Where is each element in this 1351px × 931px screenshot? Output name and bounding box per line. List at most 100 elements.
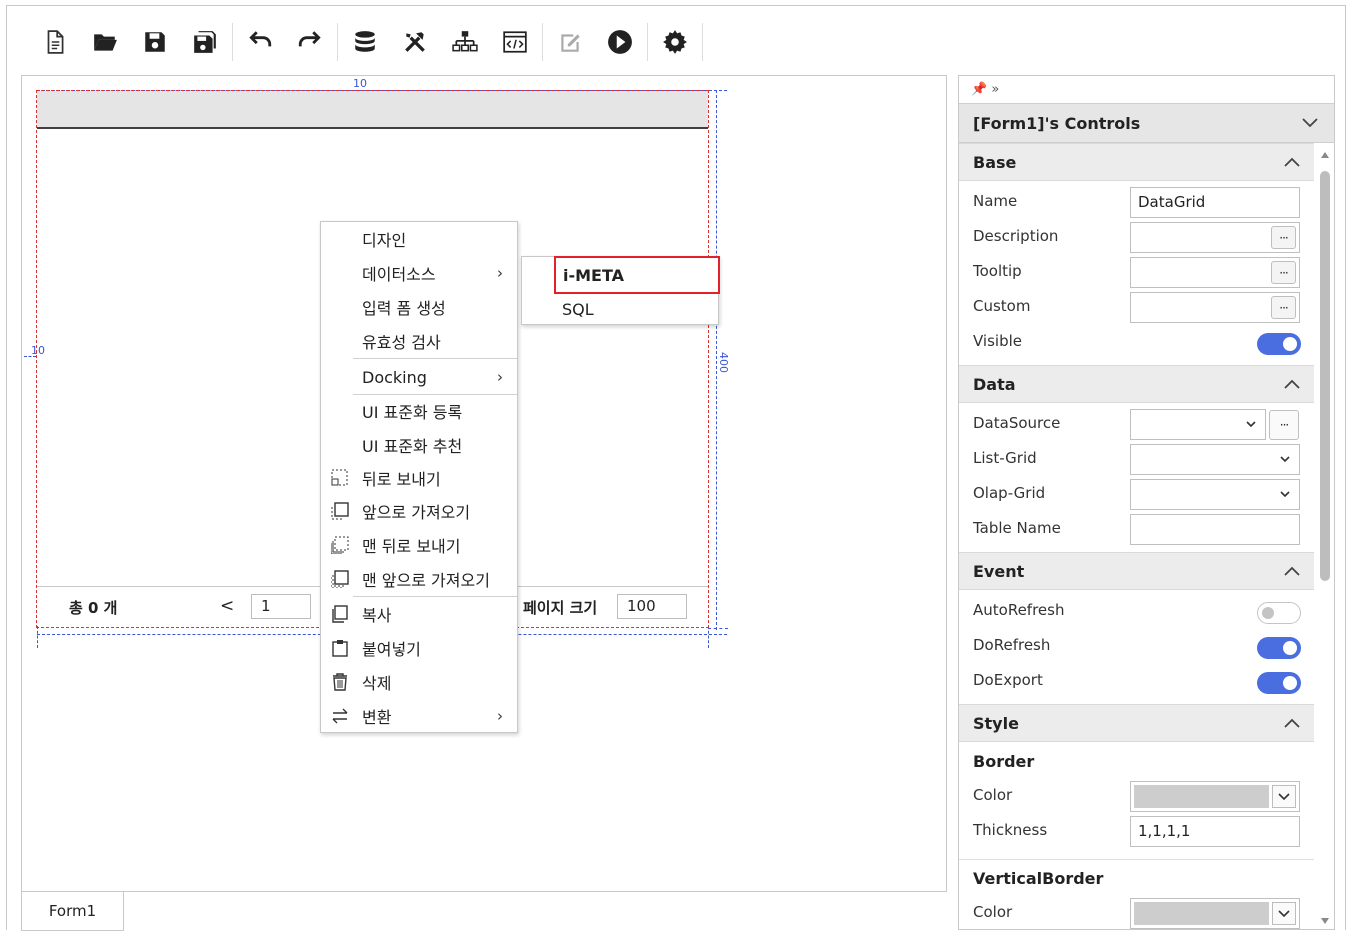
scroll-up-icon — [1321, 152, 1329, 158]
menu-item-label: 복사 — [362, 606, 392, 625]
tab-form1[interactable]: Form1 — [21, 892, 124, 931]
menu-item-label: 유효성 검사 — [362, 333, 441, 352]
section-event[interactable]: Event — [959, 552, 1314, 590]
more-button[interactable]: ··· — [1271, 296, 1296, 319]
menu-item-bring-forward[interactable]: 앞으로 가져오기 — [321, 494, 517, 528]
list-grid-select[interactable] — [1130, 444, 1300, 475]
guide-line-left-bottom — [708, 626, 709, 648]
chevron-down-icon[interactable] — [1272, 902, 1296, 925]
scroll-down-icon — [1321, 918, 1329, 924]
bring-to-front-icon — [330, 569, 350, 589]
menu-item-ui-standard-register[interactable]: UI 표준화 등록 — [321, 394, 517, 428]
page-number-input[interactable]: 1 — [251, 594, 311, 619]
border-color-picker[interactable] — [1130, 781, 1300, 812]
menu-item-label: 디자인 — [362, 231, 407, 250]
guide-line-left — [37, 626, 38, 648]
visible-toggle[interactable] — [1257, 333, 1301, 355]
send-to-back-icon — [330, 535, 350, 555]
menu-item-copy[interactable]: 복사 — [321, 597, 517, 631]
section-data[interactable]: Data — [959, 365, 1314, 403]
context-menu: 디자인 데이터소스 › 입력 폼 생성 유효성 검사 Docking › UI … — [320, 221, 518, 733]
menu-item-send-to-back[interactable]: 맨 뒤로 보내기 — [321, 528, 517, 562]
page-size-input[interactable]: 100 — [617, 594, 687, 619]
menu-item-design[interactable]: 디자인 — [321, 222, 517, 256]
menu-item-convert[interactable]: 변환 › — [321, 699, 517, 733]
new-file-icon[interactable] — [38, 25, 72, 59]
olap-grid-select[interactable] — [1130, 479, 1300, 510]
name-field[interactable]: DataGrid — [1130, 187, 1300, 218]
datagrid-header — [37, 91, 708, 129]
more-button[interactable]: ··· — [1271, 226, 1296, 249]
prop-list-grid: List-Grid — [959, 441, 1314, 476]
submenu-item-sql[interactable]: SQL — [522, 292, 718, 326]
vertical-border-color-picker[interactable] — [1130, 898, 1300, 929]
tools-icon[interactable] — [398, 25, 432, 59]
panel-scrollbar[interactable] — [1316, 147, 1334, 929]
chevron-up-icon[interactable] — [1282, 713, 1302, 733]
prop-label: Color — [973, 786, 1013, 804]
send-backward-icon — [330, 468, 350, 488]
scrollbar-thumb[interactable] — [1320, 171, 1330, 581]
menu-item-validation[interactable]: 유효성 검사 — [321, 324, 517, 358]
page-size-label: 페이지 크기 — [523, 599, 598, 617]
toolbar — [30, 22, 705, 62]
menu-item-create-input-form[interactable]: 입력 폼 생성 — [321, 290, 517, 324]
menu-item-delete[interactable]: 삭제 — [321, 665, 517, 699]
chevron-up-icon[interactable] — [1282, 152, 1302, 172]
prop-dorefresh: DoRefresh — [959, 628, 1314, 663]
save-icon[interactable] — [138, 25, 172, 59]
doexport-toggle[interactable] — [1257, 672, 1301, 694]
chevron-down-icon[interactable] — [1300, 113, 1320, 133]
menu-item-docking[interactable]: Docking › — [321, 360, 517, 394]
menu-item-label: Docking — [362, 367, 427, 387]
menu-item-label: 맨 뒤로 보내기 — [362, 537, 461, 556]
chevron-down-icon[interactable] — [1272, 785, 1296, 808]
database-icon[interactable] — [348, 25, 382, 59]
autorefresh-toggle[interactable] — [1257, 602, 1301, 624]
menu-item-send-backward[interactable]: 뒤로 보내기 — [321, 461, 517, 495]
swap-icon — [330, 706, 350, 726]
redo-icon[interactable] — [293, 25, 327, 59]
settings-icon[interactable] — [658, 25, 692, 59]
color-swatch — [1134, 785, 1269, 808]
datasource-select[interactable] — [1130, 409, 1266, 440]
ruler-top-label: 10 — [353, 77, 367, 90]
open-folder-icon[interactable] — [88, 25, 122, 59]
prop-label: Color — [973, 903, 1013, 921]
code-view-icon[interactable] — [498, 25, 532, 59]
menu-item-bring-to-front[interactable]: 맨 앞으로 가져오기 — [321, 562, 517, 596]
chevron-up-icon[interactable] — [1282, 374, 1302, 394]
trash-icon — [330, 672, 350, 692]
section-style[interactable]: Style — [959, 704, 1314, 742]
save-all-icon[interactable] — [188, 25, 222, 59]
hierarchy-icon[interactable] — [448, 25, 482, 59]
prop-border-thickness: Thickness 1,1,1,1 — [959, 813, 1314, 848]
panel-pin-controls[interactable]: 📌 » — [959, 76, 1334, 103]
more-button[interactable]: ··· — [1271, 261, 1296, 284]
prop-custom: Custom ··· — [959, 289, 1314, 324]
chevron-up-icon[interactable] — [1282, 561, 1302, 581]
edit-icon[interactable] — [553, 25, 587, 59]
prev-page-button[interactable]: < — [220, 596, 234, 616]
menu-item-datasource[interactable]: 데이터소스 › — [321, 256, 517, 290]
chevron-right-icon: › — [497, 368, 503, 386]
prop-label: AutoRefresh — [973, 601, 1065, 619]
undo-icon[interactable] — [243, 25, 277, 59]
menu-item-paste[interactable]: 붙여넣기 — [321, 631, 517, 665]
run-icon[interactable] — [603, 25, 637, 59]
menu-item-ui-standard-recommend[interactable]: UI 표준화 추천 — [321, 428, 517, 462]
thickness-field[interactable]: 1,1,1,1 — [1130, 816, 1300, 847]
panel-title[interactable]: [Form1]'s Controls — [959, 103, 1334, 143]
table-name-field[interactable] — [1130, 514, 1300, 545]
submenu-item-imeta[interactable]: i-META — [554, 256, 720, 294]
toolbar-separator — [647, 23, 648, 61]
divider — [959, 859, 1314, 860]
dorefresh-toggle[interactable] — [1257, 637, 1301, 659]
section-base[interactable]: Base — [959, 143, 1314, 181]
menu-item-label: 입력 폼 생성 — [362, 299, 446, 318]
more-button[interactable]: ··· — [1269, 410, 1299, 440]
datasource-submenu: i-META SQL — [521, 256, 720, 326]
prop-label: DoRefresh — [973, 636, 1051, 654]
prop-autorefresh: AutoRefresh — [959, 593, 1314, 628]
menu-item-label: 변환 — [362, 708, 392, 727]
